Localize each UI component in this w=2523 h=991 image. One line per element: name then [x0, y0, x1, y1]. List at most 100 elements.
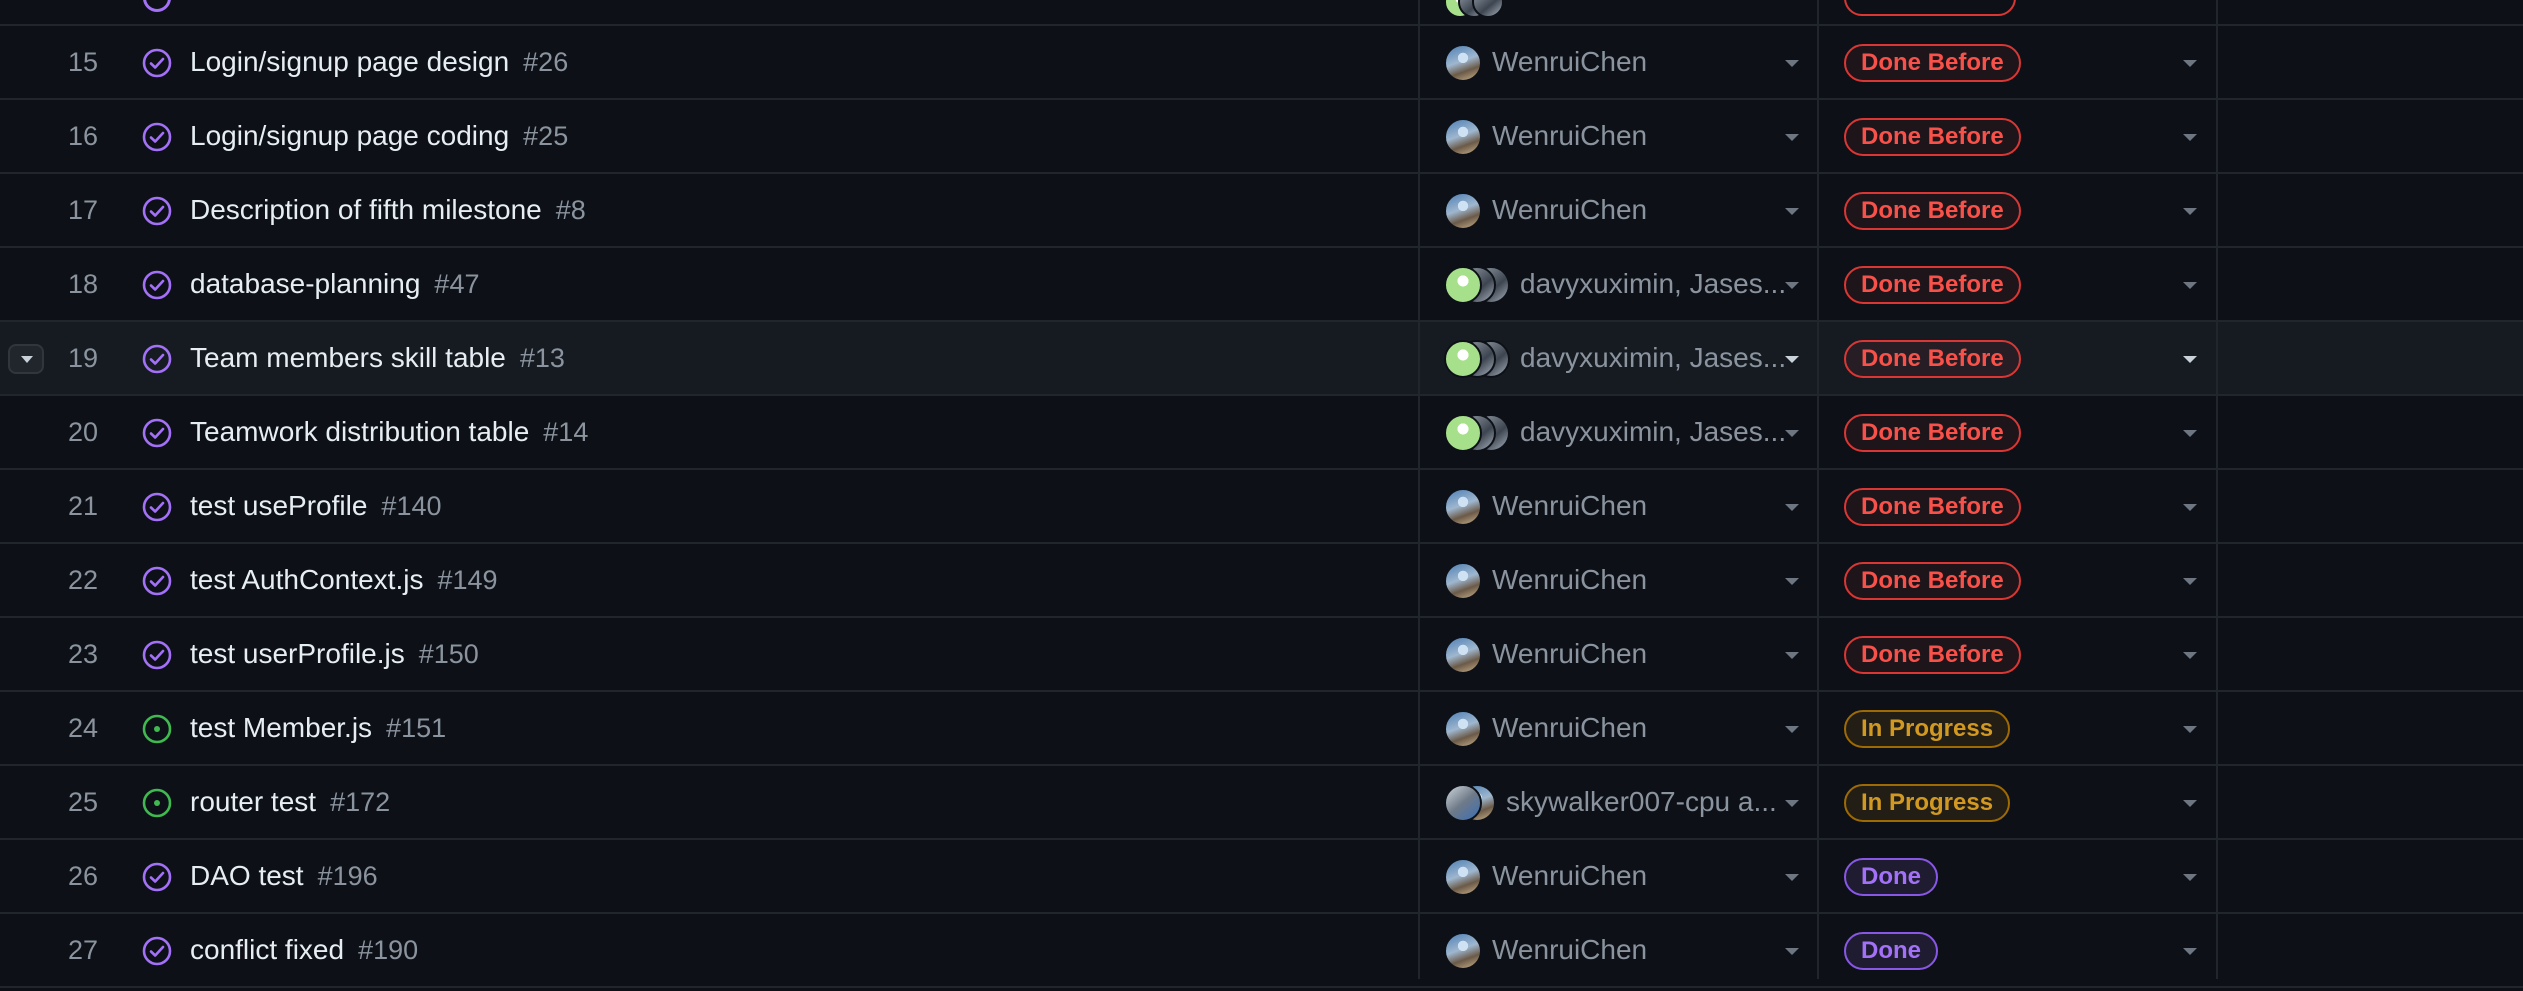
table-row[interactable]: 22 test AuthContext.js #149 WenruiChen Done … — [0, 544, 2523, 618]
table-row[interactable]: 18 database-planning #47 davyxuximin, Jases… — [0, 248, 2523, 322]
issue-title-link[interactable]: Login/signup page coding — [190, 120, 509, 151]
chevron-down-icon[interactable] — [2183, 578, 2197, 585]
assignees-cell[interactable]: WenruiChen — [1440, 840, 1810, 912]
chevron-down-icon[interactable] — [2183, 282, 2197, 289]
table-row[interactable]: 23 test userProfile.js #150 WenruiChen Done … — [0, 618, 2523, 692]
status-badge[interactable] — [1844, 0, 2016, 16]
issue-title-link[interactable]: Description of fifth milestone — [190, 194, 542, 225]
chevron-down-icon[interactable] — [2183, 726, 2197, 733]
assignees-cell[interactable]: davyxuximin, Jases... — [1440, 322, 1810, 394]
chevron-down-icon[interactable] — [2183, 134, 2197, 141]
issue-title-link[interactable]: test Member.js — [190, 712, 372, 743]
status-cell[interactable]: Done Before — [1830, 26, 2210, 98]
table-row[interactable]: 27 conflict fixed #190 WenruiChen Done — [0, 914, 2523, 988]
issue-title-cell[interactable]: test useProfile #140 — [190, 470, 442, 542]
chevron-down-icon[interactable] — [1785, 504, 1799, 511]
assignees-cell[interactable]: WenruiChen — [1440, 174, 1810, 246]
table-row[interactable]: 25 router test #172 skywalker007-cpu a... In… — [0, 766, 2523, 840]
status-cell[interactable]: Done Before — [1830, 322, 2210, 394]
status-cell[interactable]: Done Before — [1830, 174, 2210, 246]
issue-title-cell[interactable]: test userProfile.js #150 — [190, 618, 479, 690]
column-divider[interactable] — [1817, 0, 1819, 979]
chevron-down-icon[interactable] — [2183, 430, 2197, 437]
table-row[interactable]: 17 Description of fifth milestone #8 Wenrui… — [0, 174, 2523, 248]
status-cell[interactable]: Done Before — [1830, 100, 2210, 172]
chevron-down-icon[interactable] — [1785, 208, 1799, 215]
issue-title-link[interactable]: database-planning — [190, 268, 420, 299]
table-row[interactable]: 24 test Member.js #151 WenruiChen In Progres… — [0, 692, 2523, 766]
assignees-cell[interactable]: davyxuximin, Jases... — [1440, 396, 1810, 468]
status-cell[interactable]: Done Before — [1830, 396, 2210, 468]
assignees-cell[interactable]: WenruiChen — [1440, 470, 1810, 542]
assignees-cell[interactable]: davyxuximin, Jases... — [1440, 248, 1810, 320]
chevron-down-icon[interactable] — [1785, 578, 1799, 585]
status-cell[interactable]: Done Before — [1830, 544, 2210, 616]
issue-title-link[interactable]: Team members skill table — [190, 342, 506, 373]
table-row[interactable]: 19 Team members skill table #13 davyxuximin… — [0, 322, 2523, 396]
status-cell[interactable]: In Progress — [1830, 692, 2210, 764]
row-menu-button[interactable] — [8, 344, 44, 374]
issue-title-cell[interactable]: Login/signup page coding #25 — [190, 100, 568, 172]
status-cell[interactable]: Done Before — [1830, 470, 2210, 542]
chevron-down-icon[interactable] — [1785, 430, 1799, 437]
chevron-down-icon[interactable] — [1785, 60, 1799, 67]
chevron-down-icon[interactable] — [2183, 208, 2197, 215]
issue-title-link[interactable]: test userProfile.js — [190, 638, 405, 669]
issue-title-link[interactable]: test AuthContext.js — [190, 564, 423, 595]
chevron-down-icon[interactable] — [2183, 800, 2197, 807]
chevron-down-icon[interactable] — [1785, 874, 1799, 881]
assignees-cell[interactable]: WenruiChen — [1440, 544, 1810, 616]
issue-title-cell[interactable]: Teamwork distribution table #14 — [190, 396, 588, 468]
assignees-cell[interactable]: WenruiChen — [1440, 914, 1810, 986]
chevron-down-icon[interactable] — [2183, 874, 2197, 881]
table-row[interactable]: 20 Teamwork distribution table #14 davyxuxi… — [0, 396, 2523, 470]
assignees-cell[interactable]: WenruiChen — [1440, 26, 1810, 98]
table-row[interactable]: 16 Login/signup page coding #25 WenruiChen D… — [0, 100, 2523, 174]
chevron-down-icon[interactable] — [2183, 356, 2197, 363]
issue-title-cell[interactable]: DAO test #196 — [190, 840, 378, 912]
status-cell[interactable]: Done — [1830, 840, 2210, 912]
issue-title-cell[interactable]: test Member.js #151 — [190, 692, 446, 764]
assignees-cell[interactable]: skywalker007-cpu a... — [1440, 766, 1810, 838]
assignees-cell[interactable]: WenruiChen — [1440, 692, 1810, 764]
issue-title-link[interactable]: Teamwork distribution table — [190, 416, 529, 447]
issue-title-cell[interactable]: router test #172 — [190, 766, 390, 838]
issue-title-link[interactable]: DAO test — [190, 860, 304, 891]
chevron-down-icon[interactable] — [2183, 504, 2197, 511]
issue-number: #149 — [437, 565, 498, 595]
chevron-down-icon[interactable] — [2183, 652, 2197, 659]
chevron-down-icon[interactable] — [1785, 356, 1799, 363]
avatar — [1444, 932, 1482, 970]
issue-title-link[interactable]: router test — [190, 786, 316, 817]
issue-title-cell[interactable]: conflict fixed #190 — [190, 914, 418, 986]
chevron-down-icon[interactable] — [1785, 726, 1799, 733]
column-divider[interactable] — [1418, 0, 1420, 979]
table-row[interactable]: 26 DAO test #196 WenruiChen Done — [0, 840, 2523, 914]
table-row[interactable]: 21 test useProfile #140 WenruiChen Done Befo… — [0, 470, 2523, 544]
table-row[interactable]: 15 Login/signup page design #26 WenruiChen D… — [0, 26, 2523, 100]
chevron-down-icon[interactable] — [1785, 800, 1799, 807]
table-row-partial[interactable] — [0, 0, 2523, 26]
issue-title-link[interactable]: conflict fixed — [190, 934, 344, 965]
chevron-down-icon[interactable] — [1785, 948, 1799, 955]
status-cell[interactable]: Done Before — [1830, 618, 2210, 690]
status-cell[interactable]: Done — [1830, 914, 2210, 986]
issue-title-link[interactable]: Login/signup page design — [190, 46, 509, 77]
chevron-down-icon[interactable] — [1785, 282, 1799, 289]
issue-title-cell[interactable]: Description of fifth milestone #8 — [190, 174, 586, 246]
issue-title-cell[interactable]: Login/signup page design #26 — [190, 26, 568, 98]
issue-number: #13 — [519, 343, 565, 373]
chevron-down-icon[interactable] — [2183, 60, 2197, 67]
status-cell[interactable]: In Progress — [1830, 766, 2210, 838]
assignees-cell[interactable]: WenruiChen — [1440, 100, 1810, 172]
status-cell[interactable]: Done Before — [1830, 248, 2210, 320]
issue-title-link[interactable]: test useProfile — [190, 490, 367, 521]
issue-title-cell[interactable]: test AuthContext.js #149 — [190, 544, 498, 616]
chevron-down-icon[interactable] — [1785, 652, 1799, 659]
issue-title-cell[interactable]: database-planning #47 — [190, 248, 479, 320]
issue-title-cell[interactable]: Team members skill table #13 — [190, 322, 565, 394]
chevron-down-icon[interactable] — [1785, 134, 1799, 141]
column-divider[interactable] — [2216, 0, 2218, 979]
assignees-cell[interactable]: WenruiChen — [1440, 618, 1810, 690]
chevron-down-icon[interactable] — [2183, 948, 2197, 955]
